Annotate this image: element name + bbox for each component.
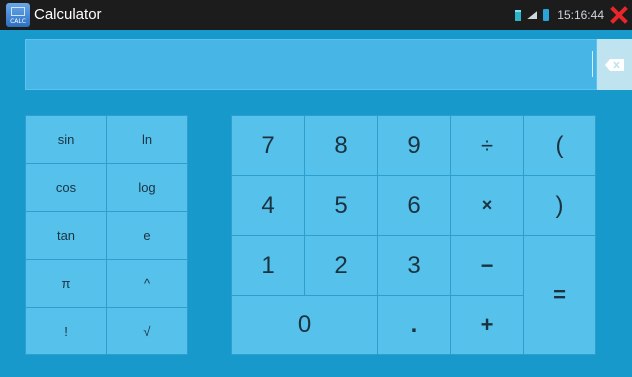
equals-key[interactable]: = — [523, 235, 596, 355]
key-9[interactable]: 9 — [377, 115, 451, 176]
key-4[interactable]: 4 — [231, 175, 305, 236]
divide-key[interactable]: ÷ — [450, 115, 524, 176]
add-key[interactable]: + — [450, 295, 524, 355]
key-1[interactable]: 1 — [231, 235, 305, 296]
sin-key[interactable]: sin — [25, 115, 107, 164]
factorial-key[interactable]: ! — [25, 307, 107, 355]
expression-display[interactable] — [25, 39, 597, 90]
backspace-button[interactable] — [597, 39, 632, 90]
window-title: Calculator — [34, 6, 102, 23]
battery-icon — [543, 9, 550, 21]
status-area: 15:16:44 — [515, 0, 604, 30]
wifi-icon — [527, 11, 538, 19]
sqrt-key[interactable]: √ — [106, 307, 188, 355]
calculator-app-icon: CALC — [6, 3, 30, 27]
text-cursor — [592, 51, 593, 77]
key-3[interactable]: 3 — [377, 235, 451, 296]
backspace-icon — [605, 58, 624, 71]
e-key[interactable]: e — [106, 211, 188, 260]
left-paren-key[interactable]: ( — [523, 115, 596, 176]
cos-key[interactable]: cos — [25, 163, 107, 212]
right-paren-key[interactable]: ) — [523, 175, 596, 236]
key-8[interactable]: 8 — [304, 115, 378, 176]
app-icon-label: CALC — [10, 18, 26, 25]
key-7[interactable]: 7 — [231, 115, 305, 176]
pi-key[interactable]: π — [25, 259, 107, 308]
key-6[interactable]: 6 — [377, 175, 451, 236]
key-5[interactable]: 5 — [304, 175, 378, 236]
subtract-key[interactable]: − — [450, 235, 524, 296]
multiply-key[interactable]: × — [450, 175, 524, 236]
sd-card-icon — [515, 9, 522, 21]
key-2[interactable]: 2 — [304, 235, 378, 296]
title-bar: CALC Calculator 15:16:44 — [0, 0, 632, 30]
tan-key[interactable]: tan — [25, 211, 107, 260]
ln-key[interactable]: ln — [106, 115, 188, 164]
power-key[interactable]: ^ — [106, 259, 188, 308]
key-0[interactable]: 0 — [231, 295, 378, 355]
log-key[interactable]: log — [106, 163, 188, 212]
close-icon — [610, 6, 628, 24]
decimal-key[interactable]: . — [377, 295, 451, 355]
clock: 15:16:44 — [557, 8, 604, 22]
close-button[interactable] — [606, 0, 632, 30]
